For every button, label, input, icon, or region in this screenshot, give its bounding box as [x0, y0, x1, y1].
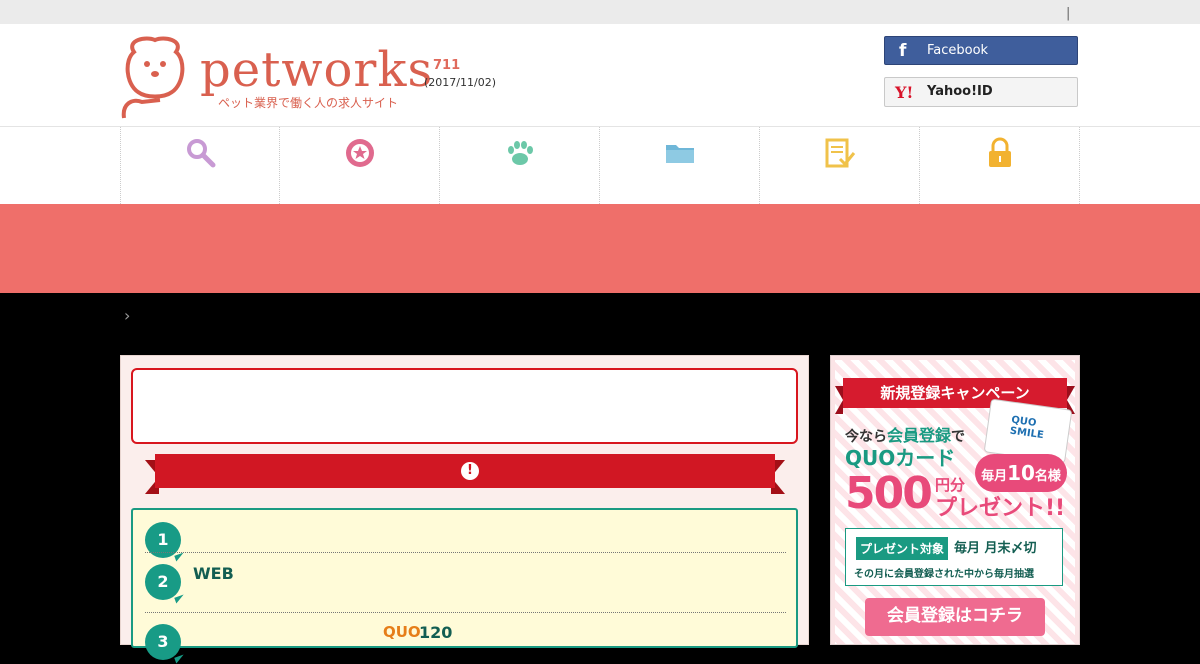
quo-card-label: QUO SMILE — [1009, 414, 1045, 442]
yahoo-login-label: Yahoo!ID — [927, 84, 993, 99]
campaign-banner: 新規登録キャンペーン 今なら会員登録で QUOカード QUO SMILE 500… — [835, 360, 1075, 644]
job-count: 711 — [433, 58, 461, 73]
monthly-pre: 毎月 — [981, 469, 1008, 484]
top-utility-bar: | — [0, 0, 1200, 24]
yahoo-icon: Y! — [895, 83, 914, 102]
step-divider — [145, 552, 786, 553]
notice-ribbon: ! — [145, 454, 785, 494]
nav-item-pets[interactable] — [439, 127, 599, 204]
search-icon — [187, 139, 216, 168]
site-logo[interactable]: petworks ペット業界で働く人の求人サイト — [120, 34, 432, 120]
step-quo-label: QUO — [383, 623, 421, 641]
hero-band — [0, 204, 1200, 293]
step-number-3: 3 — [145, 624, 181, 660]
step-number-2: 2 — [145, 564, 181, 600]
folder-icon — [666, 145, 694, 163]
campaign-present: プレゼント!! — [935, 496, 1066, 521]
registration-steps: 1 2 WEB 3 QUO 120 — [131, 508, 798, 660]
lock-icon — [989, 137, 1011, 167]
nav-item-search[interactable] — [120, 127, 280, 204]
campaign-terms: プレゼント対象 毎月 月末〆切 その月に会員登録された中から毎月抽選 — [845, 528, 1063, 586]
facebook-icon: f — [899, 41, 907, 61]
nav-item-entries[interactable] — [759, 127, 919, 204]
sidebar-campaign[interactable]: 新規登録キャンペーン 今なら会員登録で QUOカード QUO SMILE 500… — [830, 355, 1080, 645]
monthly-number: 10 — [1007, 461, 1035, 485]
exclamation-icon: ! — [461, 462, 479, 480]
main-nav — [0, 126, 1200, 205]
monthly-winners-badge: 毎月10名様 — [975, 454, 1067, 492]
deadline-text: 毎月 月末〆切 — [954, 541, 1037, 556]
target-label: プレゼント対象 — [856, 537, 949, 560]
campaign-amount: 500 — [845, 468, 933, 519]
nav-item-folder[interactable] — [599, 127, 759, 204]
update-date: (2017/11/02) — [424, 76, 496, 89]
yahoo-login-button[interactable]: Y! Yahoo!ID — [884, 77, 1078, 107]
main-content: ! 1 2 WEB 3 QUO 120 — [120, 355, 809, 660]
alert-box — [131, 368, 798, 444]
lottery-note: その月に会員登録された中から毎月抽選 — [854, 569, 1034, 580]
step-divider — [145, 612, 786, 613]
paw-icon — [508, 141, 533, 165]
dog-logo-icon — [121, 36, 185, 119]
site-header: petworks ペット業界で働く人の求人サイト 711 (2017/11/02… — [0, 24, 1200, 126]
step-text-2: WEB — [193, 564, 234, 583]
checklist-icon — [825, 138, 856, 168]
ribbon-body: ! — [155, 454, 775, 488]
breadcrumb-chevron-icon: › — [124, 306, 131, 325]
logo-tagline: ペット業界で働く人の求人サイト — [218, 96, 399, 110]
logo-wordmark: petworks — [200, 42, 434, 98]
monthly-post: 名様 — [1034, 469, 1061, 484]
register-cta-button[interactable]: 会員登録はコチラ — [865, 598, 1045, 636]
nav-item-login[interactable] — [919, 127, 1080, 204]
nav-item-featured[interactable] — [279, 127, 439, 204]
topbar-separator: | — [1066, 6, 1071, 21]
step-quo-amount: 120 — [419, 623, 453, 642]
facebook-login-label: Facebook — [927, 43, 989, 58]
facebook-login-button[interactable]: f Facebook — [884, 36, 1078, 65]
star-badge-icon — [346, 139, 374, 167]
campaign-product: QUOカード — [845, 446, 956, 470]
